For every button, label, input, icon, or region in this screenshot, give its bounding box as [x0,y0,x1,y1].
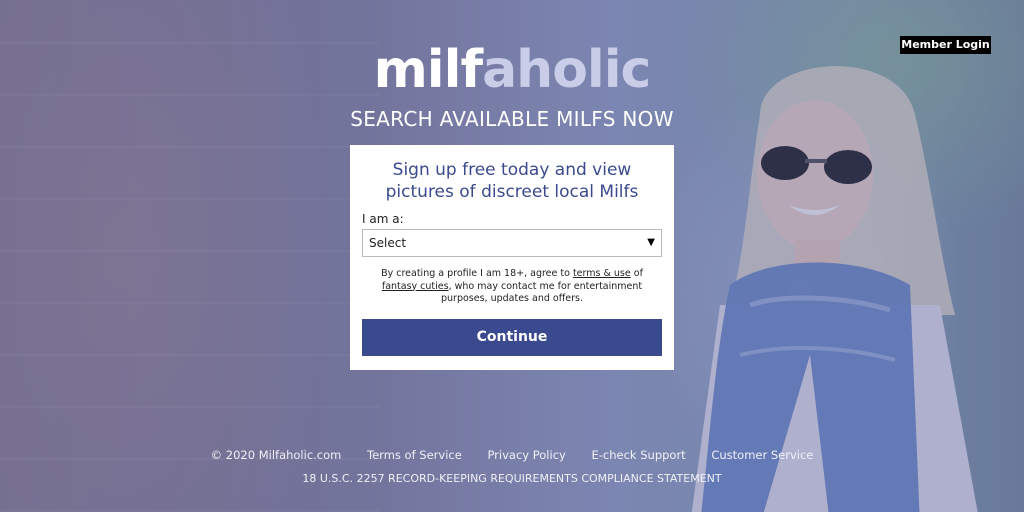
site-logo[interactable]: milfaholic [0,40,1024,100]
gender-select[interactable]: Select ▼ [362,229,662,257]
copyright-text: © 2020 Milfaholic.com [210,448,342,462]
footer-link-echeck-support[interactable]: E-check Support [591,448,685,462]
logo-text-part1: milf [373,40,483,100]
terms-link[interactable]: terms & use [573,268,631,279]
gender-label: I am a: [362,212,404,226]
terms-disclaimer: By creating a profile I am 18+, agree to… [380,268,644,306]
disclaimer-text-pre: By creating a profile I am 18+, agree to [381,268,573,279]
tagline: SEARCH AVAILABLE MILFS NOW [350,107,674,131]
caret-down-icon: ▼ [647,237,655,248]
logo-text-part2: aholic [482,40,651,100]
landing-page: Member Login milfaholic SEARCH AVAILABLE… [0,0,1024,512]
continue-button[interactable]: Continue [362,319,662,356]
signup-form: Sign up free today and view pictures of … [350,145,674,370]
footer-link-terms[interactable]: Terms of Service [367,448,462,462]
compliance-statement-link[interactable]: 18 U.S.C. 2257 RECORD-KEEPING REQUIREMEN… [0,472,1024,485]
signup-heading: Sign up free today and view pictures of … [385,160,639,202]
select-value: Select [369,236,407,250]
footer-link-privacy[interactable]: Privacy Policy [487,448,565,462]
footer-links: © 2020 Milfaholic.com Terms of Service P… [0,448,1024,462]
fantasy-cuties-link[interactable]: fantasy cuties [382,281,449,292]
footer-link-customer-service[interactable]: Customer Service [711,448,813,462]
disclaimer-text-post: , who may contact me for entertainment p… [441,280,643,305]
disclaimer-text-mid: of [630,268,643,279]
